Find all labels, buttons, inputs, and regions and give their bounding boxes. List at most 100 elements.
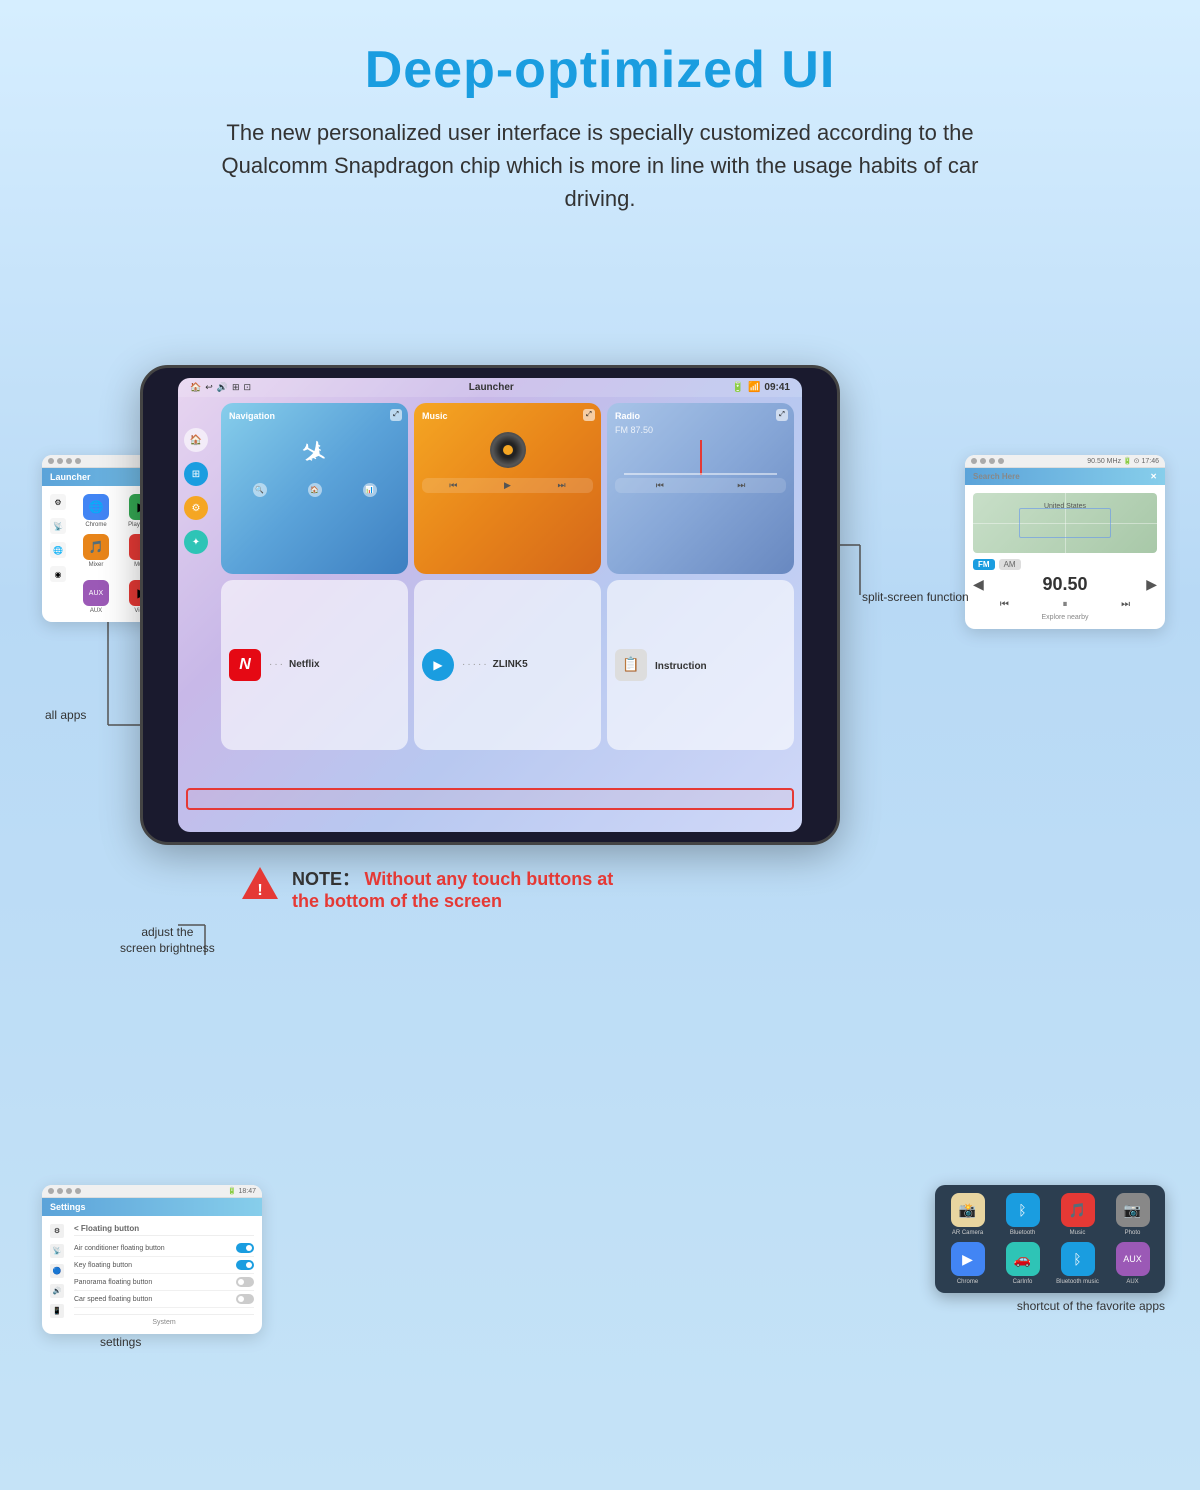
side-nav-item-3[interactable]: 🌐 [50,542,66,558]
next-btn[interactable]: ▶ [1146,576,1157,593]
shortcut-aux[interactable]: AUX AUX [1108,1242,1157,1285]
label-settings: settings [100,1335,141,1351]
instruction-widget: 📋 Instruction [607,580,794,751]
settings-row-2: Key floating button [74,1257,254,1274]
shortcut-chrome-icon[interactable]: ▶ [951,1242,985,1276]
instruction-label[interactable]: Instruction [655,661,707,672]
sidebar-home[interactable]: 🏠 [184,428,208,452]
device-screen: 🏠 ⊞ ⚙ ✦ 🏠↩🔊⊞⊡ Launcher 🔋 📶 09:41 [178,378,802,832]
radio-baseline [624,473,778,475]
shortcuts-grid: 📸 AR Camera ᛒ Bluetooth 🎵 Music 📷 Photo … [943,1193,1157,1285]
radio-next-btn[interactable]: ⏭ [737,480,745,491]
app-aux[interactable]: AUX AUX [76,580,116,614]
freq-row: ◀ 90.50 ▶ [973,574,1157,595]
shortcut-arcamera[interactable]: 📸 AR Camera [943,1193,992,1236]
nav-label: Navigation [229,411,400,421]
radio-prev-btn[interactable]: ⏮ [656,480,664,491]
nav-open-icon[interactable]: ⤢ [390,409,402,421]
settings-nav: ⚙ 📡 🔵 🔊 📱 [50,1224,68,1326]
instruction-icon[interactable]: 📋 [615,649,647,681]
app-mixer[interactable]: 🎵 Mixer [76,534,116,574]
launcher-title: Launcher [50,472,91,482]
warning-icon: ! [240,865,280,901]
main-widget-grid: ⤢ Navigation ✈ 🔍 🏠 📊 ⤢ [213,397,802,756]
nav-search[interactable]: 🔍 [253,483,267,497]
next-track[interactable]: ⏭ [558,480,566,491]
shortcut-chrome-label: Chrome [957,1279,978,1285]
shortcut-music-label: Music [1070,1230,1086,1236]
settings-nav-item[interactable]: ⚙ [50,1224,64,1238]
label-all-apps: all apps [45,708,86,724]
settings-footer: System [74,1314,254,1326]
side-nav-item-2[interactable]: 📡 [50,518,66,534]
settings-nav-item-5[interactable]: 📱 [50,1304,64,1318]
zlink-dots: ····· [462,659,489,670]
radio-controls: ⏮ ⏸ ⏭ [973,599,1157,610]
app-chrome[interactable]: 🌐 Chrome [76,494,116,528]
status-battery: 🔋 [732,382,744,393]
settings-label-3: Panorama floating button [74,1279,152,1286]
prev-track[interactable]: ⏮ [449,480,457,491]
radio-widget: ⤢ Radio FM 87.50 ⏮ ⏭ [607,403,794,574]
shortcut-music[interactable]: 🎵 Music [1053,1193,1102,1236]
radio-wave-container [615,435,786,475]
settings-row-3: Panorama floating button [74,1274,254,1291]
netflix-dots: ··· [269,659,285,670]
radio-open-icon[interactable]: ⤢ [776,409,788,421]
play-pause[interactable]: ▶ [504,480,511,491]
prev-btn[interactable]: ◀ [973,576,984,593]
shortcut-carinfo[interactable]: 🚗 CarInfo [998,1242,1047,1285]
settings-nav-item-4[interactable]: 🔊 [50,1284,64,1298]
shortcut-aux-icon[interactable]: AUX [1116,1242,1150,1276]
radio-map: United States [973,493,1157,553]
settings-panel-topbar: 🔋 18:47 [42,1185,262,1198]
nav-home[interactable]: 🏠 [308,483,322,497]
toggle-3[interactable] [236,1277,254,1287]
shortcut-bluetooth-icon[interactable]: ᛒ [1006,1193,1040,1227]
side-nav-item-4[interactable]: ◉ [50,566,66,582]
fm-tab[interactable]: FM [973,559,995,570]
radio-sublabel: FM 87.50 [615,425,786,435]
toggle-2[interactable] [236,1260,254,1270]
shortcut-photo-icon[interactable]: 📷 [1116,1193,1150,1227]
shortcut-bluetooth[interactable]: ᛒ Bluetooth [998,1193,1047,1236]
nav-arrow-container: ✈ [229,425,400,480]
shortcut-carinfo-icon[interactable]: 🚗 [1006,1242,1040,1276]
map-highlight [1019,508,1111,538]
side-nav-item[interactable]: ⚙ [50,494,66,510]
radio-needle [700,440,702,475]
radio-play[interactable]: ⏸ [1062,599,1067,610]
shortcut-chrome[interactable]: ▶ Chrome [943,1242,992,1285]
settings-nav-item-3[interactable]: 🔵 [50,1264,64,1278]
shortcut-music-icon[interactable]: 🎵 [1061,1193,1095,1227]
bottom-highlight [186,788,794,810]
zlink-label[interactable]: ZLINK5 [493,659,528,670]
settings-nav-item-2[interactable]: 📡 [50,1244,64,1258]
nav-chart[interactable]: 📊 [363,483,377,497]
shortcut-btmusic-icon[interactable]: ᛒ [1061,1242,1095,1276]
music-open-icon[interactable]: ⤢ [583,409,595,421]
sidebar-brightness[interactable]: ✦ [184,530,208,554]
radio-panel: 90.50 MHz 🔋 ⊙ 17:46 Search Here ✕ United… [965,455,1165,629]
netflix-label[interactable]: Netflix [289,659,320,670]
page-title: Deep-optimized UI [60,40,1140,100]
toggle-1[interactable] [236,1243,254,1253]
settings-title: Settings [50,1202,86,1212]
shortcut-btmusic[interactable]: ᛒ Bluetooth music [1053,1242,1102,1285]
freq-display: 90.50 [1042,574,1087,595]
sidebar-settings[interactable]: ⚙ [184,496,208,520]
shortcut-arcamera-label: AR Camera [952,1230,983,1236]
page-header: Deep-optimized UI The new personalized u… [0,0,1200,225]
zlink-icon[interactable]: ▶ [422,649,454,681]
netflix-icon[interactable]: N [229,649,261,681]
sidebar-apps[interactable]: ⊞ [184,462,208,486]
note-section: ! NOTE： Without any touch buttons atthe … [240,865,613,912]
shortcut-arcamera-icon[interactable]: 📸 [951,1193,985,1227]
toggle-4[interactable] [236,1294,254,1304]
shortcuts-panel: 📸 AR Camera ᛒ Bluetooth 🎵 Music 📷 Photo … [935,1185,1165,1293]
radio-prev[interactable]: ⏮ [1000,599,1009,610]
radio-next[interactable]: ⏭ [1121,599,1130,610]
shortcut-photo[interactable]: 📷 Photo [1108,1193,1157,1236]
diagram-area: 🔋 ⊙ 18:45 Launcher ≡ □ ⚙ 📡 🌐 ◉ 🌐 Chrome [0,235,1200,1335]
am-tab[interactable]: AM [999,559,1021,570]
